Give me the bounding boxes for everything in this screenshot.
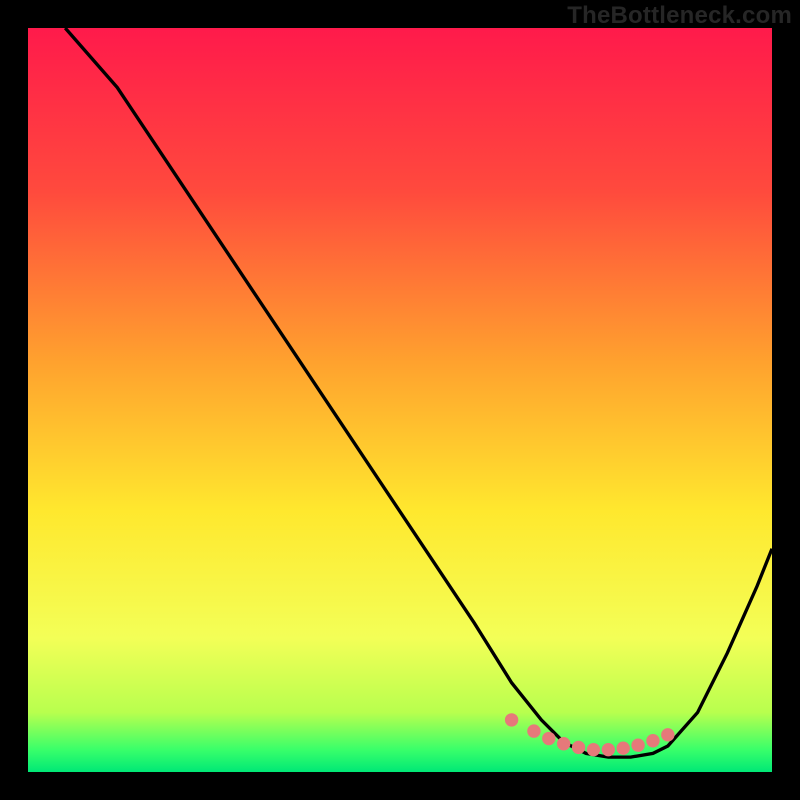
optimal-marker: [557, 737, 570, 750]
optimal-markers-group: [505, 713, 675, 756]
optimal-marker: [646, 734, 659, 747]
chart-frame: TheBottleneck.com: [0, 0, 800, 800]
bottleneck-curve-path: [65, 28, 772, 757]
plot-area: [28, 28, 772, 772]
optimal-marker: [602, 743, 615, 756]
optimal-marker: [587, 743, 600, 756]
optimal-marker: [661, 728, 674, 741]
watermark-text: TheBottleneck.com: [567, 2, 792, 30]
curve-layer: [28, 28, 772, 772]
optimal-marker: [617, 741, 630, 754]
optimal-marker: [527, 724, 540, 737]
optimal-marker: [542, 732, 555, 745]
optimal-marker: [631, 739, 644, 752]
optimal-marker: [505, 713, 518, 726]
optimal-marker: [572, 741, 585, 754]
